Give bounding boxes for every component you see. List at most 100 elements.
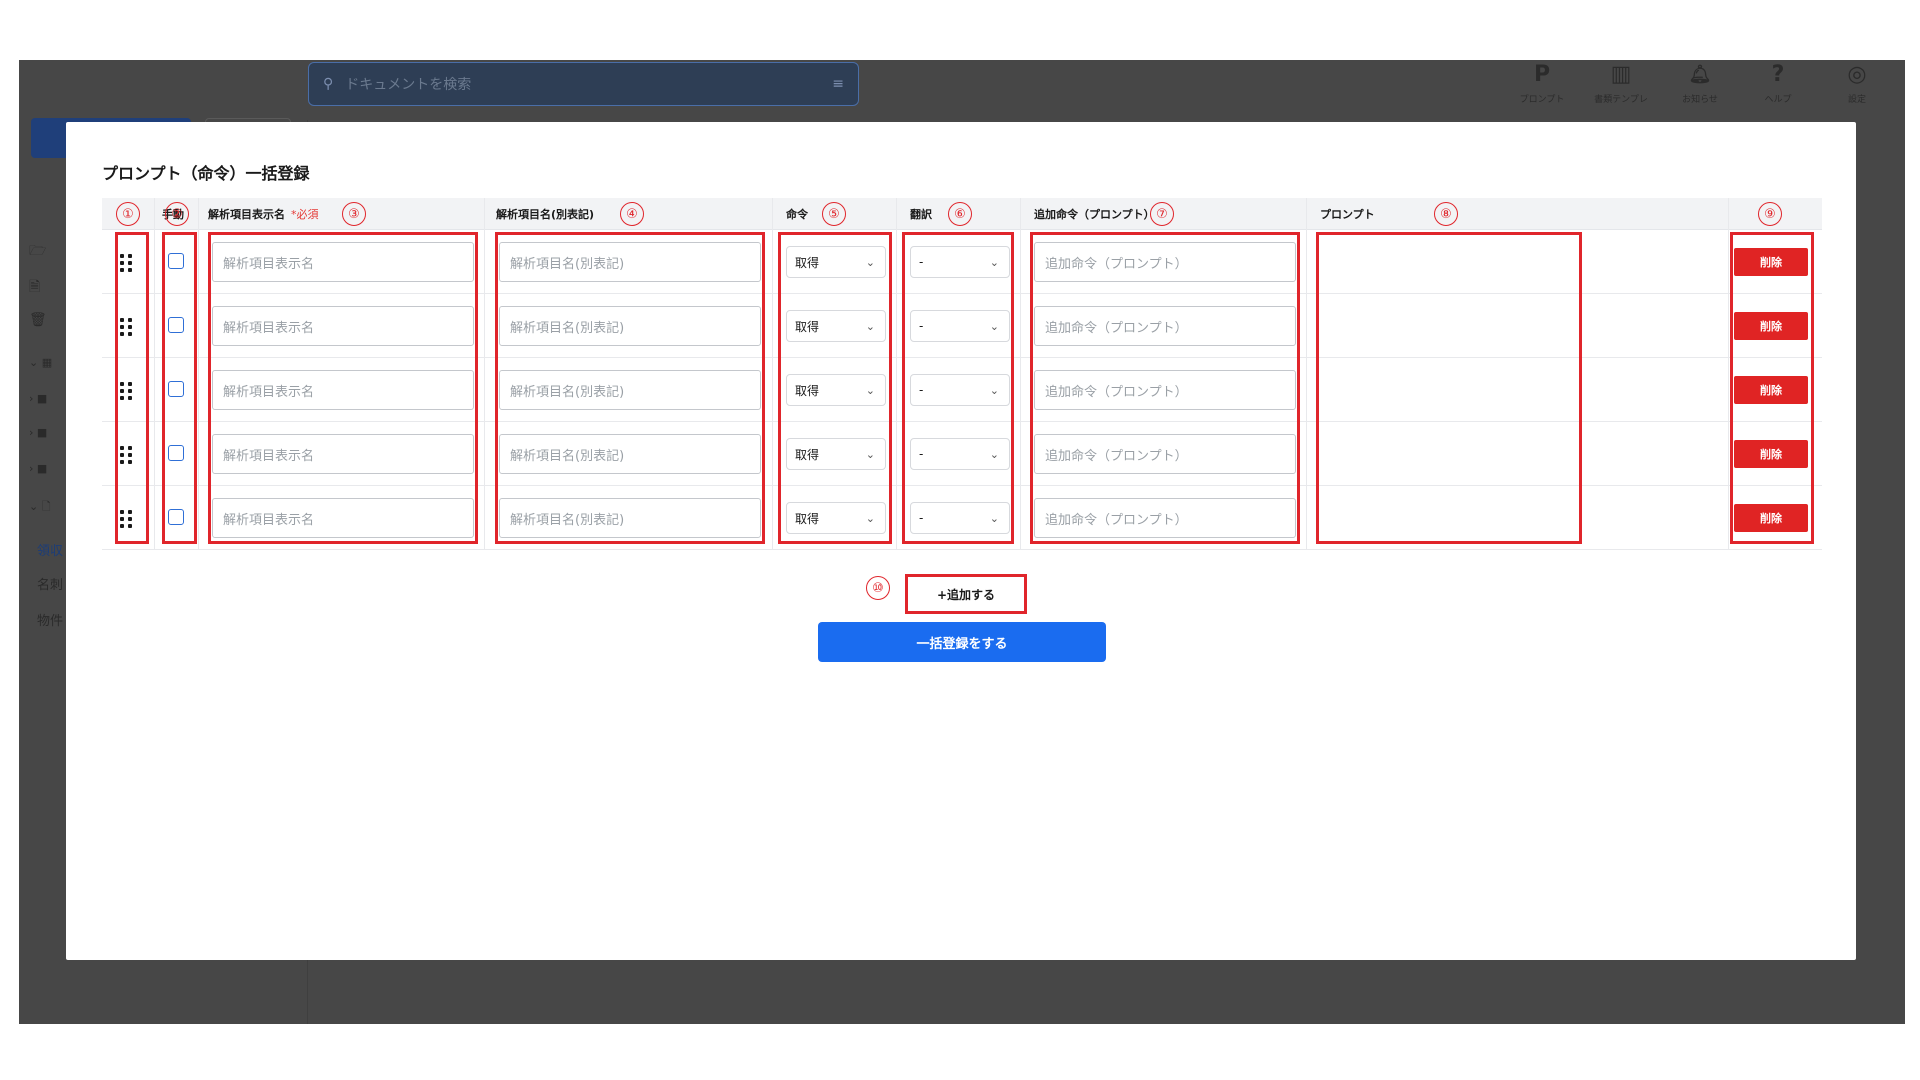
translation-select[interactable]: - ⌄ (910, 502, 1010, 534)
tree-folder-icon: › ■ (29, 392, 48, 405)
annotation-number-3: ③ (342, 202, 366, 226)
add-row-button[interactable]: +追加する (905, 574, 1027, 614)
drag-handle-icon[interactable] (120, 510, 132, 528)
tree-folder-icon: › ■ (29, 462, 48, 475)
chevron-down-icon: ⌄ (865, 319, 875, 333)
translation-select[interactable]: - ⌄ (910, 246, 1010, 278)
alias-input[interactable]: 解析項目名(別表記) (499, 306, 761, 346)
header-prompt: プロンプト (1320, 208, 1375, 221)
command-select[interactable]: 取得 ⌄ (786, 246, 886, 278)
command-select[interactable]: 取得 ⌄ (786, 374, 886, 406)
p-logo-icon: P (1533, 62, 1551, 87)
table-row: 解析項目表示名 解析項目名(別表記) 取得 ⌄ - ⌄ 追加命令（プロンプト） 削除 (102, 422, 1822, 486)
delete-row-button[interactable]: 削除 (1734, 376, 1808, 404)
command-select[interactable]: 取得 ⌄ (786, 502, 886, 534)
drag-handle-icon[interactable] (120, 382, 132, 400)
extra-prompt-input[interactable]: 追加命令（プロンプト） (1034, 306, 1296, 346)
command-value: 取得 (795, 319, 820, 334)
chevron-down-icon: ⌄ (865, 447, 875, 461)
display-name-placeholder: 解析項目表示名 (223, 448, 315, 464)
nav-help[interactable]: ? ヘルプ (1743, 62, 1813, 105)
command-value: 取得 (795, 255, 820, 270)
display-name-input[interactable]: 解析項目表示名 (212, 306, 474, 346)
display-name-input[interactable]: 解析項目表示名 (212, 370, 474, 410)
tree-doc-icon: ⌄ 🗋︎ (29, 500, 51, 513)
manual-checkbox[interactable] (168, 509, 184, 525)
document-search-bar[interactable]: ⚲ ドキュメントを検索 ≡ (308, 62, 859, 106)
display-name-placeholder: 解析項目表示名 (223, 256, 315, 272)
alias-placeholder: 解析項目名(別表記) (510, 448, 625, 464)
column-divider (198, 198, 199, 550)
extra-prompt-input[interactable]: 追加命令（プロンプト） (1034, 498, 1296, 538)
drag-handle-icon[interactable] (120, 318, 132, 336)
required-mark: *必須 (291, 208, 319, 221)
alias-placeholder: 解析項目名(別表記) (510, 512, 625, 528)
manual-checkbox[interactable] (168, 445, 184, 461)
translation-select[interactable]: - ⌄ (910, 438, 1010, 470)
translation-select[interactable]: - ⌄ (910, 310, 1010, 342)
translation-value: - (919, 319, 924, 333)
command-select[interactable]: 取得 ⌄ (786, 310, 886, 342)
nav-prompt[interactable]: P プロンプト (1507, 62, 1577, 105)
manual-checkbox[interactable] (168, 253, 184, 269)
translation-select[interactable]: - ⌄ (910, 374, 1010, 406)
alias-placeholder: 解析項目名(別表記) (510, 256, 625, 272)
display-name-input[interactable]: 解析項目表示名 (212, 242, 474, 282)
column-divider (484, 198, 485, 550)
drag-handle-icon[interactable] (120, 254, 132, 272)
manual-checkbox[interactable] (168, 317, 184, 333)
display-name-input[interactable]: 解析項目表示名 (212, 434, 474, 474)
extra-prompt-input[interactable]: 追加命令（プロンプト） (1034, 370, 1296, 410)
column-divider (1306, 198, 1307, 550)
alias-input[interactable]: 解析項目名(別表記) (499, 498, 761, 538)
translation-value: - (919, 255, 924, 269)
delete-row-button[interactable]: 削除 (1734, 504, 1808, 532)
bulk-register-button[interactable]: 一括登録をする (818, 622, 1106, 662)
alias-placeholder: 解析項目名(別表記) (510, 384, 625, 400)
nav-template[interactable]: ▥ 書類テンプレ (1586, 62, 1656, 105)
prompt-table: 手動 解析項目表示名 *必須 解析項目名(別表記) 命令 翻訳 追加命令（プロン… (102, 198, 1822, 550)
chevron-down-icon: ⌄ (989, 447, 999, 461)
annotation-number-9: ⑨ (1758, 202, 1782, 226)
extra-prompt-placeholder: 追加命令（プロンプト） (1045, 256, 1188, 272)
annotation-number-2: ② (165, 202, 189, 226)
command-select[interactable]: 取得 ⌄ (786, 438, 886, 470)
template-icon: ▥ (1610, 62, 1632, 87)
delete-row-button[interactable]: 削除 (1734, 312, 1808, 340)
extra-prompt-placeholder: 追加命令（プロンプト） (1045, 512, 1188, 528)
delete-row-button[interactable]: 削除 (1734, 440, 1808, 468)
column-divider (772, 198, 773, 550)
extra-prompt-input[interactable]: 追加命令（プロンプト） (1034, 434, 1296, 474)
annotation-number-5: ⑤ (822, 202, 846, 226)
drag-handle-icon[interactable] (120, 446, 132, 464)
extra-prompt-placeholder: 追加命令（プロンプト） (1045, 320, 1188, 336)
header-extra-prompt: 追加命令（プロンプト） (1034, 208, 1155, 221)
manual-checkbox[interactable] (168, 381, 184, 397)
display-name-placeholder: 解析項目表示名 (223, 320, 315, 336)
delete-row-button[interactable]: 削除 (1734, 248, 1808, 276)
extra-prompt-placeholder: 追加命令（プロンプト） (1045, 384, 1188, 400)
search-icon: ⚲ (323, 76, 334, 92)
annotation-number-6: ⑥ (948, 202, 972, 226)
alias-input[interactable]: 解析項目名(別表記) (499, 370, 761, 410)
command-value: 取得 (795, 447, 820, 462)
help-icon: ? (1771, 62, 1785, 87)
chevron-down-icon: ⌄ (989, 255, 999, 269)
nav-notifications[interactable]: 🔔︎ お知らせ (1665, 62, 1735, 105)
alias-input[interactable]: 解析項目名(別表記) (499, 242, 761, 282)
filter-icon[interactable]: ≡ (832, 76, 844, 92)
search-placeholder: ドキュメントを検索 (345, 77, 472, 93)
nav-settings[interactable]: ◎ 設定 (1822, 62, 1892, 105)
display-name-input[interactable]: 解析項目表示名 (212, 498, 474, 538)
chevron-down-icon: ⌄ (989, 319, 999, 333)
bulk-register-modal: プロンプト（命令）一括登録 手動 解析項目表示名 *必須 解析項目名(別表記) … (66, 122, 1856, 960)
command-value: 取得 (795, 383, 820, 398)
alias-input[interactable]: 解析項目名(別表記) (499, 434, 761, 474)
column-divider (154, 198, 155, 550)
extra-prompt-input[interactable]: 追加命令（プロンプト） (1034, 242, 1296, 282)
table-row: 解析項目表示名 解析項目名(別表記) 取得 ⌄ - ⌄ 追加命令（プロンプト） 削除 (102, 486, 1822, 550)
header-command: 命令 (786, 208, 808, 221)
table-row: 解析項目表示名 解析項目名(別表記) 取得 ⌄ - ⌄ 追加命令（プロンプト） 削除 (102, 358, 1822, 422)
chevron-down-icon: ⌄ (865, 383, 875, 397)
extra-prompt-placeholder: 追加命令（プロンプト） (1045, 448, 1188, 464)
